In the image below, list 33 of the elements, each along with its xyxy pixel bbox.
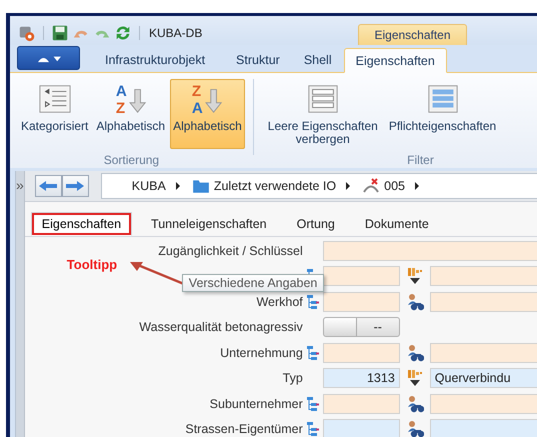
breadcrumb-item[interactable]: KUBA	[132, 179, 166, 193]
form-tab[interactable]: Tunneleigenschaften	[140, 212, 278, 236]
form-tab[interactable]: Ortung	[286, 212, 346, 236]
field-label: Zugänglichkeit / Schlüssel	[157, 244, 303, 258]
ribbon-tab[interactable]: Struktur	[224, 47, 292, 72]
ribbon-tab[interactable]: Eigenschaften	[344, 48, 447, 73]
field-label: Unternehmung	[219, 346, 303, 360]
ribbon-button[interactable]: A Z Alphabetisch	[93, 79, 168, 149]
ribbon-button[interactable]: Kategorisiert	[18, 79, 92, 149]
group-label: Sortierung	[104, 153, 160, 167]
context-tab-header: Eigenschaften	[358, 24, 467, 45]
annotation-label: Tooltipp	[66, 257, 118, 272]
expand-icon[interactable]: »	[16, 177, 24, 193]
form-tab[interactable]: Eigenschaften	[30, 212, 132, 236]
ribbon-button[interactable]: Z A Alphabetisch	[170, 79, 245, 149]
ribbon-button[interactable]: Leere Eigenschaften verbergen	[262, 79, 384, 149]
input-field[interactable]: Querverbindu	[430, 368, 537, 388]
window-title: KUBA-DB	[149, 26, 202, 40]
ribbon-button[interactable]: Pflichteigenschaften	[386, 79, 500, 149]
breadcrumb-item[interactable]: 005	[384, 179, 405, 193]
field-label: Subunternehmer	[208, 396, 303, 411]
breadcrumb-item[interactable]: Zuletzt verwendete IO	[214, 179, 336, 193]
group-label: Filter	[407, 153, 434, 167]
field-label: Wasserqualität betonagressiv	[138, 320, 303, 334]
ribbon-tab[interactable]: Shell	[292, 47, 344, 72]
form-tab[interactable]: Dokumente	[354, 212, 440, 236]
field-label: Strassen-Eigentümer	[184, 422, 303, 436]
ribbon-tab[interactable]: Infrastrukturobjekt	[86, 47, 224, 72]
input-field[interactable]: 1313	[322, 368, 400, 388]
field-label: Werkhof	[255, 294, 303, 309]
field-label: Typ	[282, 371, 303, 386]
tooltip: Verschiedene Angaben	[182, 274, 324, 292]
toggle-switch[interactable]: --	[322, 317, 400, 338]
